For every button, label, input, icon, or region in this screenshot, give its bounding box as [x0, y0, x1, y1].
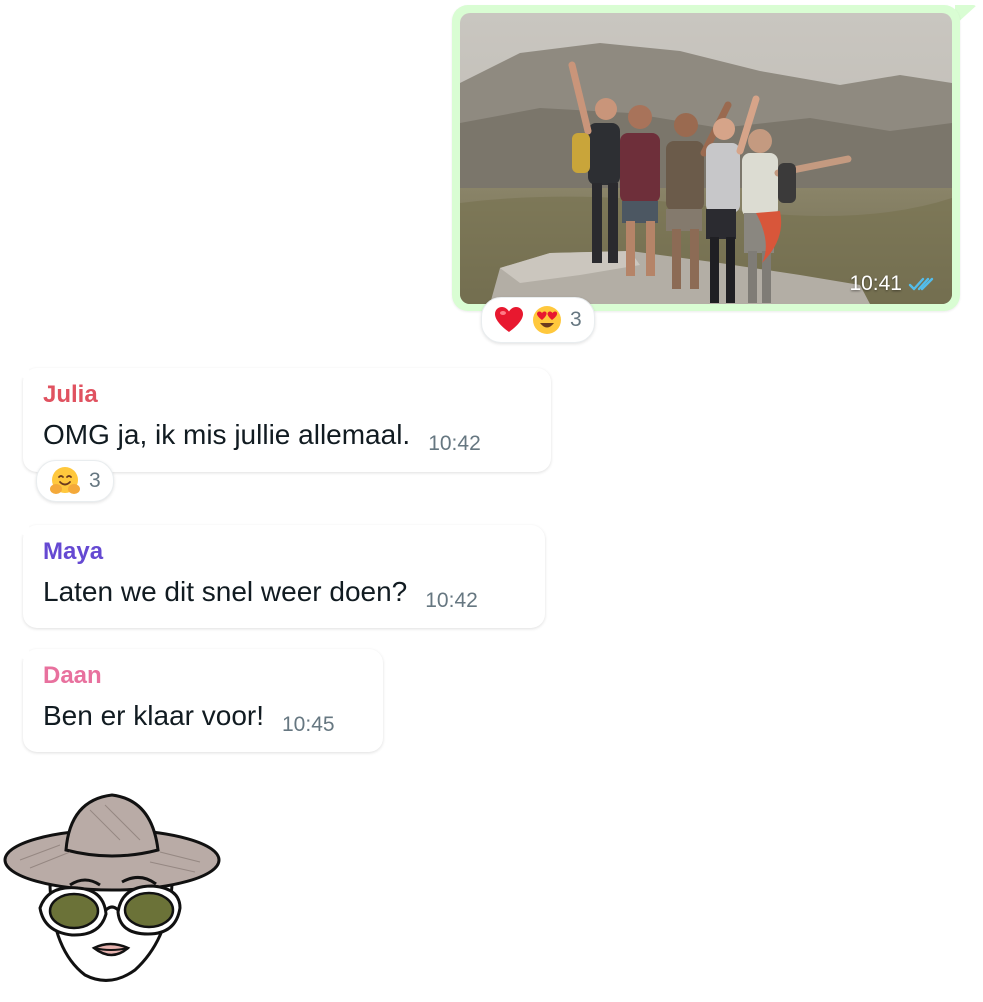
julia-reactions[interactable]: 3	[36, 460, 114, 502]
message-timestamp: 10:45	[282, 713, 335, 736]
message-text: OMG ja, ik mis jullie allemaal.	[43, 419, 411, 450]
heart-eyes-emoji-icon	[533, 306, 561, 334]
sketched-woman-hat-sunglasses-icon	[3, 793, 221, 982]
bubble-tail	[13, 368, 29, 384]
message-text: Ben er klaar voor!	[43, 700, 264, 731]
avatar	[0, 790, 225, 990]
photo-reaction-count: 3	[570, 308, 582, 331]
message-text: Laten we dit snel weer doen?	[43, 576, 408, 607]
julia-reaction-count: 3	[89, 469, 101, 492]
photo-reactions[interactable]: 3	[481, 297, 595, 343]
message-timestamp: 10:42	[425, 589, 478, 612]
sender-name: Julia	[43, 381, 98, 408]
double-check-read-icon	[908, 277, 934, 291]
bubble-tail	[13, 649, 29, 665]
sender-name: Daan	[43, 662, 102, 689]
shared-photo[interactable]: 10:41	[460, 13, 952, 304]
group-hikers-photo	[460, 13, 952, 304]
sender-name: Maya	[43, 538, 104, 565]
photo-timestamp: 10:41	[849, 272, 902, 295]
bubble-tail	[13, 525, 29, 541]
red-heart-emoji-icon	[495, 307, 523, 332]
message-timestamp: 10:42	[428, 432, 481, 455]
hugging-face-emoji-icon	[50, 467, 80, 494]
message-bubble-maya[interactable]: Maya Laten we dit snel weer doen? 10:42	[13, 525, 545, 628]
outgoing-photo-message[interactable]: 10:41	[452, 5, 960, 311]
message-bubble-daan[interactable]: Daan Ben er klaar voor! 10:45	[13, 649, 383, 752]
message-bubble-julia[interactable]: Julia OMG ja, ik mis jullie allemaal. 10…	[13, 368, 551, 472]
photo-meta: 10:41	[849, 272, 938, 296]
